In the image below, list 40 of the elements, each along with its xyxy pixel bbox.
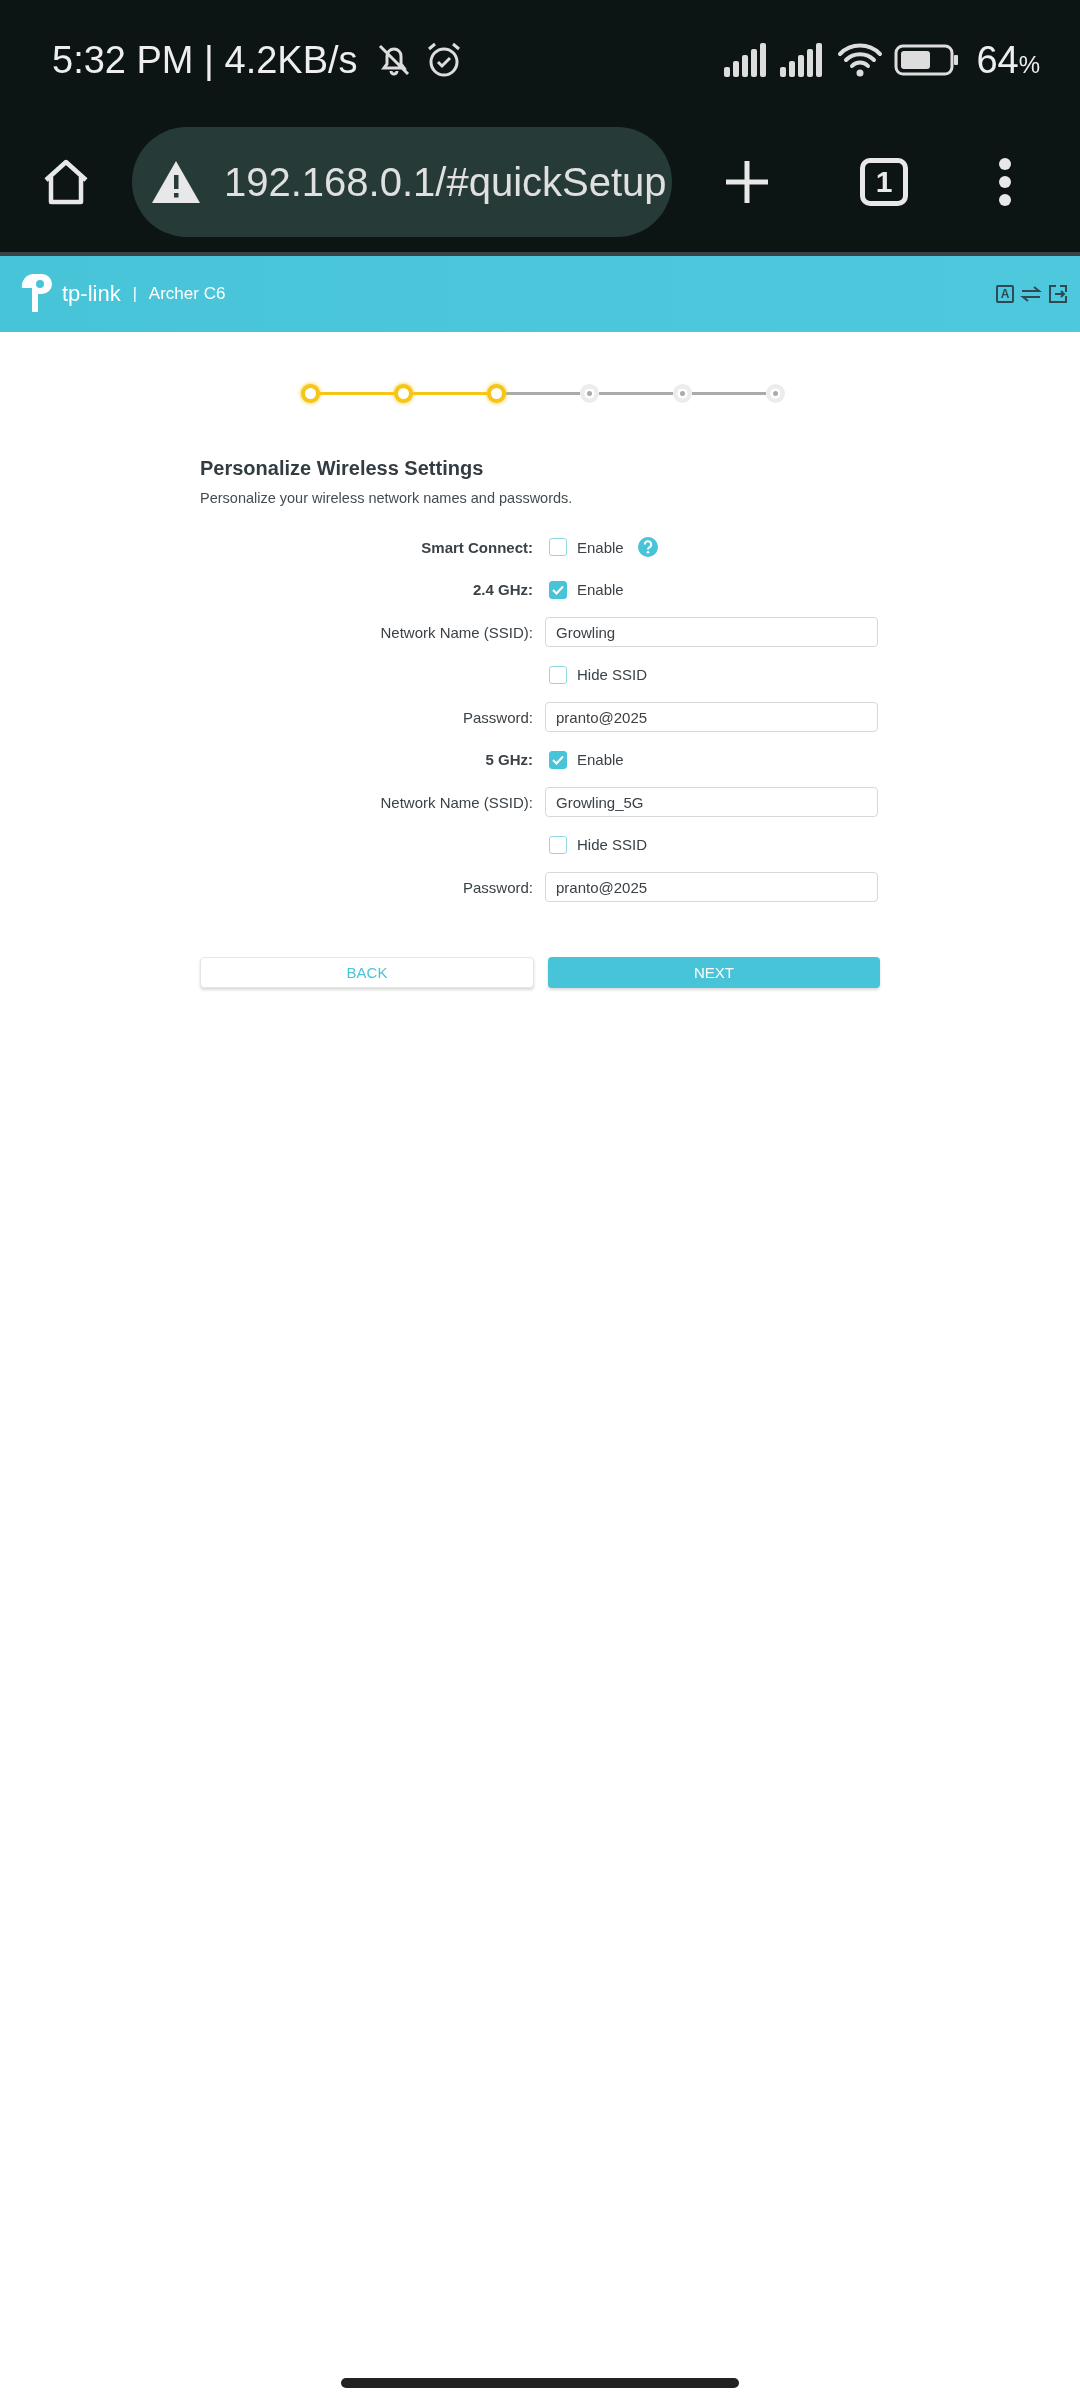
checkbox-label: Enable bbox=[577, 581, 624, 599]
header-separator: | bbox=[132, 285, 137, 303]
field-label: Network Name (SSID): bbox=[380, 623, 533, 641]
battery-icon bbox=[894, 43, 961, 77]
address-bar[interactable]: 192.168.0.1/#quickSetup bbox=[132, 127, 672, 237]
section-title: Personalize Wireless Settings bbox=[200, 457, 485, 480]
checkbox-label: Hide SSID bbox=[577, 666, 648, 684]
brand-name: tp-link bbox=[62, 281, 121, 307]
wifi-icon bbox=[836, 42, 885, 78]
status-time: 5:32 PM | 4.2KB/s bbox=[52, 38, 358, 82]
checkbox[interactable] bbox=[549, 538, 567, 557]
checkbox-label: Enable bbox=[577, 751, 624, 769]
field-label: 2.4 GHz: bbox=[473, 581, 533, 599]
input-field[interactable]: Growling bbox=[545, 617, 878, 648]
field-label: Smart Connect: bbox=[421, 538, 533, 556]
field-label: Network Name (SSID): bbox=[380, 793, 533, 811]
menu-icon[interactable] bbox=[998, 157, 1012, 207]
tab-count-button[interactable]: 1 bbox=[860, 158, 908, 206]
help-icon[interactable] bbox=[637, 537, 658, 558]
field-label: Password: bbox=[462, 708, 533, 726]
checkbox-label: Hide SSID bbox=[577, 836, 648, 854]
plus-icon[interactable] bbox=[724, 159, 770, 205]
checkbox[interactable] bbox=[549, 750, 567, 769]
warning-icon bbox=[150, 159, 202, 205]
model-name: Archer C6 bbox=[148, 284, 226, 304]
field-label: 5 GHz: bbox=[485, 751, 533, 769]
percent-sign: % bbox=[1018, 51, 1040, 79]
swap-icon[interactable] bbox=[1020, 284, 1042, 304]
input-field[interactable]: Growling_5G bbox=[545, 787, 878, 818]
input-field[interactable]: pranto@2025 bbox=[545, 872, 878, 903]
checkbox[interactable] bbox=[549, 835, 567, 854]
checkbox[interactable] bbox=[549, 665, 567, 684]
checkbox[interactable] bbox=[549, 580, 567, 599]
checkbox-label: Enable bbox=[577, 538, 624, 556]
field-label: Password: bbox=[462, 878, 533, 896]
logout-icon[interactable] bbox=[1048, 284, 1068, 304]
battery-percent: 64 bbox=[976, 38, 1019, 82]
input-field[interactable]: pranto@2025 bbox=[545, 702, 878, 733]
language-button[interactable]: A bbox=[996, 285, 1014, 303]
section-subtitle: Personalize your wireless network names and passwords. bbox=[200, 490, 574, 506]
